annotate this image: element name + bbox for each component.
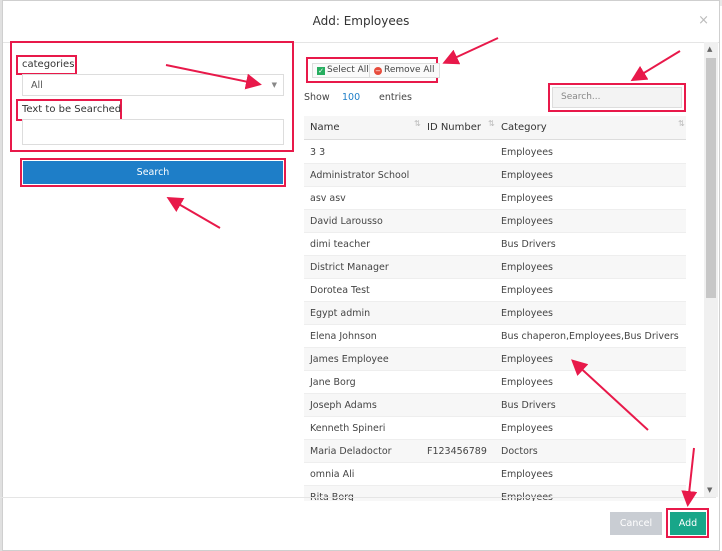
remove-icon: − [374,67,382,75]
search-button[interactable]: Search [23,161,283,184]
cell-id: F123456789 [427,446,487,457]
cell-category: Employees [501,285,553,296]
cell-name: 3 3 [310,147,326,158]
chevron-down-icon: ▼ [271,81,277,89]
cancel-button[interactable]: Cancel [610,512,662,535]
cell-category: Employees [501,216,553,227]
scrollbar[interactable]: ▲ ▼ [704,42,718,497]
table-row[interactable]: Dorotea Test Employees [304,279,686,302]
cell-name: Administrator School [310,170,410,181]
sort-icon[interactable]: ⇅ [678,119,685,128]
cell-category: Employees [501,147,553,158]
table-header: Name ⇅ ID Number ⇅ Category ⇅ [304,116,686,140]
cell-name: dimi teacher [310,239,370,250]
text-search-label: Text to be Searched [22,104,122,115]
show-label: Show [304,92,330,103]
categories-select[interactable]: All ▼ [22,74,284,96]
page-length-select[interactable]: 100 [342,92,360,103]
table-row[interactable]: David Larousso Employees [304,210,686,233]
table-row[interactable]: asv asv Employees [304,187,686,210]
cell-category: Employees [501,423,553,434]
modal-footer [0,497,716,551]
table-row[interactable]: Egypt admin Employees [304,302,686,325]
cell-category: Employees [501,193,553,204]
column-header-name[interactable]: Name [310,122,340,133]
column-header-category[interactable]: Category [501,122,547,133]
table-row[interactable]: Jane Borg Employees [304,371,686,394]
table-row[interactable]: Maria Deladoctor F123456789 Doctors [304,440,686,463]
column-header-id[interactable]: ID Number [427,122,481,133]
cell-category: Employees [501,262,553,273]
table-row[interactable]: District Manager Employees [304,256,686,279]
table-row[interactable]: Administrator School Employees [304,164,686,187]
cell-category: Employees [501,354,553,365]
close-icon[interactable]: × [698,13,709,28]
text-search-input[interactable] [22,119,284,145]
cell-name: omnia Ali [310,469,355,480]
checkbox-icon: ✓ [317,67,325,75]
modal-title: Add: Employees [312,14,410,28]
cell-category: Employees [501,170,553,181]
scroll-thumb[interactable] [706,58,716,298]
scroll-up-icon[interactable]: ▲ [707,45,712,53]
cell-category: Employees [501,308,553,319]
cell-category: Bus Drivers [501,400,556,411]
remove-all-label: Remove All [384,65,435,75]
table-row[interactable]: 3 3 Employees [304,141,686,164]
cell-category: Employees [501,377,553,388]
sort-icon[interactable]: ⇅ [488,119,495,128]
scroll-down-icon[interactable]: ▼ [707,486,712,494]
employees-table: Name ⇅ ID Number ⇅ Category ⇅ 3 3 Employe… [304,116,686,501]
cell-name: Dorotea Test [310,285,370,296]
add-button[interactable]: Add [670,512,706,535]
table-search-input[interactable]: Search... [552,87,682,108]
cell-category: Bus Drivers [501,239,556,250]
table-row[interactable]: Elena Johnson Bus chaperon,Employees,Bus … [304,325,686,348]
cell-name: Jane Borg [310,377,356,388]
cell-category: Doctors [501,446,538,457]
cell-name: David Larousso [310,216,383,227]
modal-header: Add: Employees × [3,1,719,43]
categories-selected-value: All [31,80,43,91]
cell-name: Joseph Adams [310,400,377,411]
cell-category: Employees [501,469,553,480]
select-all-label: Select All [327,65,369,75]
remove-all-button[interactable]: − Remove All [369,63,440,78]
cell-name: Elena Johnson [310,331,377,342]
cell-name: asv asv [310,193,346,204]
select-all-button[interactable]: ✓ Select All [312,63,374,78]
table-row[interactable]: James Employee Employees [304,348,686,371]
cell-name: Maria Deladoctor [310,446,392,457]
cell-name: Egypt admin [310,308,371,319]
entries-label: entries [379,92,412,103]
cell-name: James Employee [310,354,389,365]
sort-icon[interactable]: ⇅ [414,119,421,128]
table-row[interactable]: Joseph Adams Bus Drivers [304,394,686,417]
table-row[interactable]: omnia Ali Employees [304,463,686,486]
categories-label: categories [22,59,75,70]
cell-name: District Manager [310,262,389,273]
table-row[interactable]: dimi teacher Bus Drivers [304,233,686,256]
cell-name: Kenneth Spineri [310,423,386,434]
cell-category: Bus chaperon,Employees,Bus Drivers [501,331,679,342]
table-row[interactable]: Kenneth Spineri Employees [304,417,686,440]
